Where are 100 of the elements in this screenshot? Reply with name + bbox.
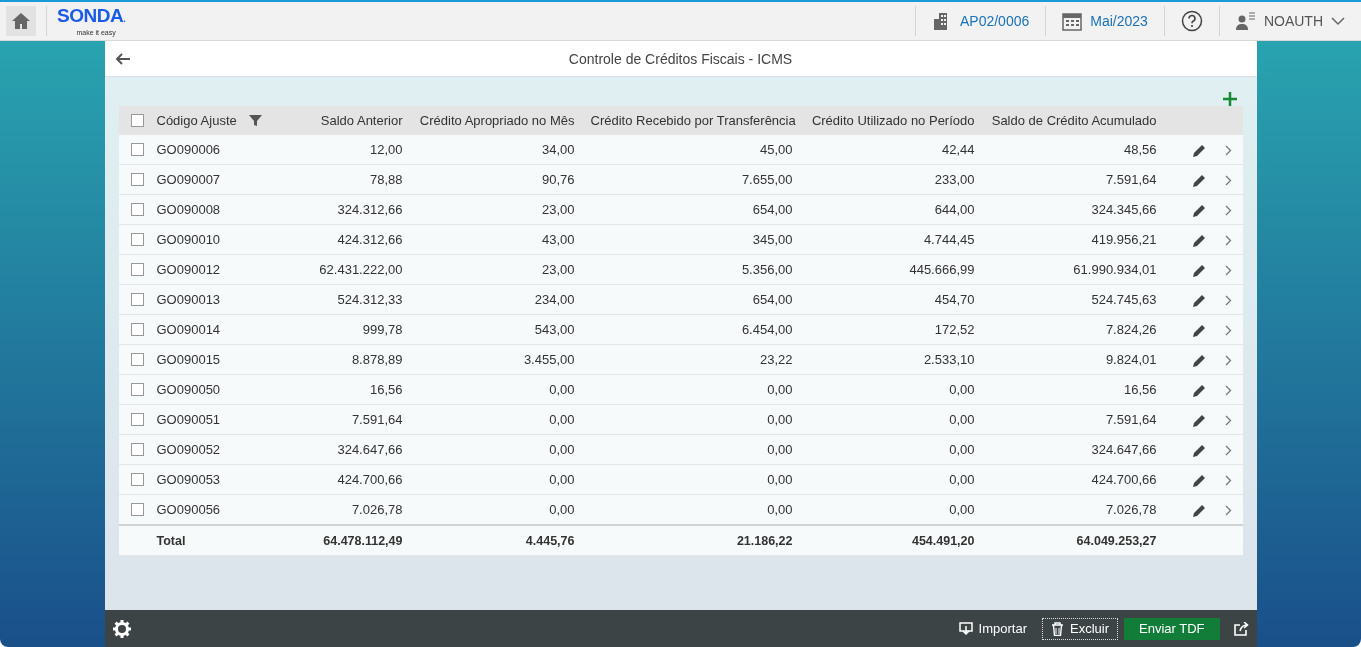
table-cell: 644,00 [934, 202, 975, 217]
chevron-right-icon[interactable] [1225, 355, 1232, 367]
chevron-right-icon[interactable] [1225, 505, 1232, 517]
chevron-right-icon[interactable] [1225, 205, 1232, 217]
table-cell: 424.700,66 [337, 472, 403, 487]
row-checkbox[interactable] [130, 443, 144, 456]
send-button[interactable]: Enviar TDF [1124, 617, 1220, 640]
table-cell: 0,00 [949, 502, 975, 517]
table-cell: 324.345,66 [1091, 202, 1157, 217]
table-cell: GO090008 [156, 202, 221, 217]
chevron-right-icon[interactable] [1225, 445, 1232, 457]
edit-icon[interactable] [1191, 232, 1207, 248]
chevron-right-icon[interactable] [1225, 265, 1232, 277]
table-cell: 524.745,63 [1091, 292, 1157, 307]
edit-icon[interactable] [1191, 322, 1207, 338]
user-icon [1235, 11, 1256, 31]
table-cell: 8.878,89 [351, 352, 403, 367]
row-checkbox[interactable] [130, 173, 144, 186]
row-checkbox[interactable] [130, 413, 144, 426]
table-cell: GO090010 [156, 232, 221, 247]
back-button[interactable] [114, 52, 131, 65]
period-button[interactable]: Mai/2023 [1045, 6, 1164, 36]
table-cell: 345,00 [752, 232, 793, 247]
chevron-right-icon[interactable] [1225, 385, 1232, 397]
user-menu[interactable]: NOAUTH [1218, 6, 1361, 36]
edit-icon[interactable] [1191, 142, 1207, 158]
chevron-right-icon[interactable] [1225, 235, 1232, 247]
edit-icon[interactable] [1191, 202, 1207, 218]
table-cell: 0,00 [949, 382, 975, 397]
column-header: Código Ajuste [156, 113, 237, 128]
table-cell: 233,00 [934, 172, 975, 187]
table-cell: 0,00 [549, 472, 575, 487]
table-cell: 61.990.934,01 [1073, 262, 1157, 277]
table-cell: GO090014 [156, 322, 221, 337]
table-cell: GO090052 [156, 442, 221, 457]
edit-icon[interactable] [1191, 442, 1207, 458]
table-cell: 48,56 [1123, 142, 1157, 157]
edit-icon[interactable] [1191, 292, 1207, 308]
row-checkbox[interactable] [130, 473, 144, 486]
table-cell: 0,00 [767, 382, 793, 397]
table-cell: 419.956,21 [1091, 232, 1157, 247]
table-cell: GO090015 [156, 352, 221, 367]
select-all-checkbox[interactable] [130, 114, 144, 127]
add-button[interactable] [1222, 92, 1237, 106]
table-cell: 324.647,66 [1091, 442, 1157, 457]
edit-icon[interactable] [1191, 502, 1207, 518]
logo: SONDA. [57, 5, 126, 28]
edit-icon[interactable] [1191, 262, 1207, 278]
table-cell: 0,00 [767, 502, 793, 517]
table-cell: 0,00 [767, 412, 793, 427]
row-checkbox[interactable] [130, 293, 144, 306]
total-label: Total [156, 533, 186, 548]
table-cell: 454,70 [934, 292, 975, 307]
table-cell: 16,56 [369, 382, 403, 397]
chevron-right-icon[interactable] [1225, 475, 1232, 487]
total-cell: 4.445,76 [525, 533, 575, 548]
table-cell: 7.026,78 [351, 502, 403, 517]
edit-icon[interactable] [1191, 172, 1207, 188]
table-cell: 0,00 [767, 472, 793, 487]
import-button[interactable]: Importar [949, 617, 1036, 640]
delete-button[interactable]: Excluir [1042, 617, 1118, 640]
help-icon [1180, 10, 1203, 32]
table-cell: 6.454,00 [741, 322, 793, 337]
table-cell: 0,00 [549, 412, 575, 427]
table-cell: 424.700,66 [1091, 472, 1157, 487]
table-cell: 524.312,33 [337, 292, 403, 307]
home-button[interactable] [6, 6, 36, 36]
column-header: Crédito Recebido por Transferência [590, 113, 796, 128]
table-cell: 654,00 [752, 292, 793, 307]
row-checkbox[interactable] [130, 203, 144, 216]
column-header: Crédito Apropriado no Mês [419, 113, 575, 128]
edit-icon[interactable] [1191, 412, 1207, 428]
filter-icon[interactable] [248, 114, 262, 127]
chevron-right-icon[interactable] [1225, 415, 1232, 427]
row-checkbox[interactable] [130, 353, 144, 366]
chevron-right-icon[interactable] [1225, 175, 1232, 187]
column-header: Saldo de Crédito Acumulado [991, 113, 1157, 128]
column-header: Saldo Anterior [320, 113, 403, 128]
chevron-right-icon[interactable] [1225, 145, 1232, 157]
company-button[interactable]: AP02/0006 [915, 6, 1046, 36]
row-checkbox[interactable] [130, 143, 144, 156]
edit-icon[interactable] [1191, 382, 1207, 398]
chevron-right-icon[interactable] [1225, 325, 1232, 337]
settings-icon[interactable] [112, 619, 131, 638]
row-checkbox[interactable] [130, 503, 144, 516]
row-checkbox[interactable] [130, 263, 144, 276]
table-cell: 7.591,64 [1105, 412, 1157, 427]
share-icon[interactable] [1233, 621, 1249, 636]
table-cell: 78,88 [369, 172, 403, 187]
edit-icon[interactable] [1191, 472, 1207, 488]
edit-icon[interactable] [1191, 352, 1207, 368]
row-checkbox[interactable] [130, 323, 144, 336]
table-cell: 0,00 [767, 442, 793, 457]
table-cell: 0,00 [549, 502, 575, 517]
table-cell: 23,00 [541, 202, 575, 217]
table-cell: 424.312,66 [337, 232, 403, 247]
table-cell: 654,00 [752, 202, 793, 217]
row-checkbox[interactable] [130, 233, 144, 246]
row-checkbox[interactable] [130, 383, 144, 396]
chevron-right-icon[interactable] [1225, 295, 1232, 307]
